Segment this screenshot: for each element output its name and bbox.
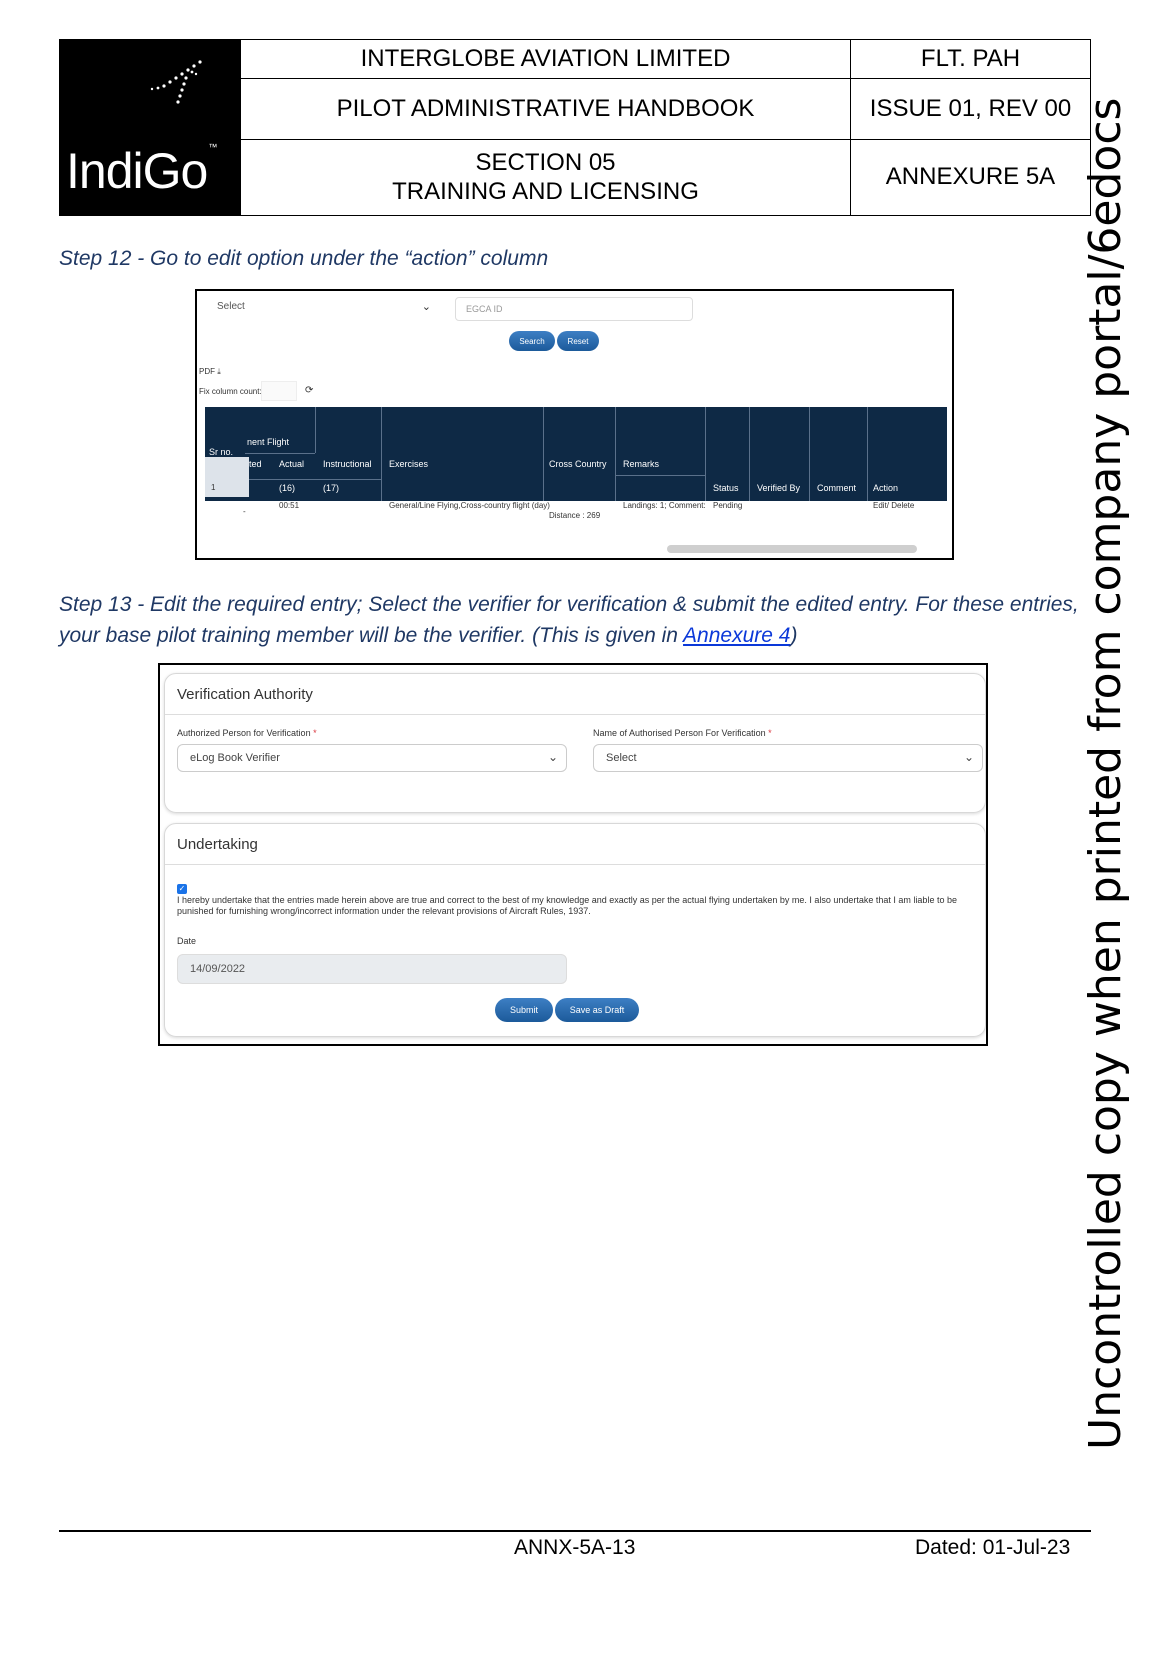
cell-remarks: Landings: 1; Comment: bbox=[623, 501, 706, 510]
annexure-label: ANNEXURE 5A bbox=[885, 163, 1056, 191]
search-button[interactable]: Search bbox=[509, 331, 555, 351]
header-status: Status bbox=[713, 483, 739, 493]
edit-delete-action[interactable]: Edit/ Delete bbox=[873, 501, 914, 510]
header-cross-country: Cross Country bbox=[549, 459, 607, 469]
doc-code: FLT. PAH bbox=[851, 40, 1090, 79]
cell-dash: - bbox=[243, 507, 246, 516]
section-name: TRAINING AND LICENSING bbox=[392, 177, 699, 205]
document-header: IndiGo™ INTERGLOBE AVIATION LIMITED PILO… bbox=[59, 39, 1091, 216]
header-flight-group: nent Flight bbox=[247, 437, 290, 447]
undertaking-card: Undertaking ✓ I hereby undertake that th… bbox=[164, 823, 986, 1037]
refresh-icon[interactable]: ⟳ bbox=[305, 385, 313, 396]
dated-label: Dated: 01-Jul-23 bbox=[915, 1536, 1071, 1559]
section-title: SECTION 05 TRAINING AND LICENSING bbox=[241, 140, 850, 215]
uncontrolled-copy-watermark: Uncontrolled copy when printed from comp… bbox=[1080, 97, 1131, 1450]
logbook-table-header: nent Flight Sr no. ▲ ited Actual Instruc… bbox=[205, 407, 947, 501]
horizontal-scrollbar[interactable] bbox=[667, 545, 917, 553]
header-sr-no: Sr no. bbox=[209, 447, 234, 457]
chevron-down-icon: ⌄ bbox=[963, 750, 974, 764]
logbook-table-screenshot: Select ⌄ EGCA ID Search Reset PDF ⤓ Fix c… bbox=[195, 289, 954, 560]
footer-rule bbox=[59, 1530, 1091, 1532]
cell-sr-no: 1 bbox=[211, 483, 216, 492]
logo-text: IndiGo™ bbox=[66, 142, 217, 199]
undertaking-checkbox[interactable]: ✓ bbox=[177, 884, 187, 894]
reset-button[interactable]: Reset bbox=[557, 331, 599, 351]
step-13-instruction: Step 13 - Edit the required entry; Selec… bbox=[59, 593, 1079, 647]
header-actual: Actual bbox=[279, 459, 305, 469]
save-as-draft-button[interactable]: Save as Draft bbox=[555, 998, 639, 1022]
date-field: 14/09/2022 bbox=[177, 954, 567, 984]
company-name: INTERGLOBE AVIATION LIMITED bbox=[241, 40, 850, 79]
egca-id-input[interactable]: EGCA ID bbox=[455, 297, 693, 321]
header-instructional: Instructional bbox=[323, 459, 372, 469]
header-col-17: (17) bbox=[323, 483, 340, 493]
submit-button[interactable]: Submit bbox=[495, 998, 553, 1022]
header-remarks: Remarks bbox=[623, 459, 660, 469]
pdf-export-link[interactable]: PDF ⤓ bbox=[199, 367, 221, 377]
download-icon: ⤓ bbox=[217, 367, 221, 376]
authorised-name-label: Name of Authorised Person For Verificati… bbox=[593, 728, 772, 738]
header-col-16: (16) bbox=[279, 483, 296, 493]
chevron-down-icon: ⌄ bbox=[547, 750, 558, 764]
header-verified-by: Verified By bbox=[757, 483, 801, 493]
handbook-title: PILOT ADMINISTRATIVE HANDBOOK bbox=[241, 79, 850, 140]
header-action: Action bbox=[873, 483, 899, 493]
authorized-person-label: Authorized Person for Verification * bbox=[177, 728, 317, 738]
filter-select[interactable]: Select ⌄ bbox=[207, 297, 439, 319]
authorized-person-select[interactable]: eLog Book Verifier ⌄ bbox=[177, 744, 567, 772]
cell-cross-country: Distance : 269 bbox=[549, 511, 601, 520]
cell-exercises: General/Line Flying,Cross-country flight… bbox=[389, 501, 550, 510]
header-comment: Comment bbox=[817, 483, 857, 493]
cell-actual: 00:51 bbox=[279, 501, 300, 510]
header-ited: ited bbox=[247, 459, 262, 469]
page-id: ANNX-5A-13 bbox=[514, 1536, 636, 1559]
step-12-instruction: Step 12 - Go to edit option under the “a… bbox=[59, 247, 549, 270]
fix-column-input[interactable] bbox=[261, 381, 297, 401]
chevron-down-icon: ⌄ bbox=[421, 301, 431, 313]
undertaking-text: I hereby undertake that the entries made… bbox=[177, 895, 957, 916]
section-number: SECTION 05 bbox=[475, 148, 616, 176]
issue-rev: ISSUE 01, REV 00 bbox=[851, 79, 1090, 140]
cell-status: Pending bbox=[713, 501, 743, 510]
fix-column-label: Fix column count: bbox=[199, 387, 262, 396]
indigo-logo: IndiGo™ bbox=[60, 40, 240, 215]
verification-authority-card: Verification Authority Authorized Person… bbox=[164, 673, 986, 813]
plane-dots-icon bbox=[150, 60, 202, 104]
verification-form-screenshot: Verification Authority Authorized Person… bbox=[158, 663, 988, 1046]
authorised-name-select[interactable]: Select ⌄ bbox=[593, 744, 983, 772]
date-label: Date bbox=[177, 936, 197, 946]
annexure-4-link[interactable]: Annexure 4 bbox=[683, 624, 790, 647]
undertaking-title: Undertaking bbox=[177, 836, 258, 853]
header-exercises: Exercises bbox=[389, 459, 429, 469]
verification-authority-title: Verification Authority bbox=[177, 686, 313, 703]
